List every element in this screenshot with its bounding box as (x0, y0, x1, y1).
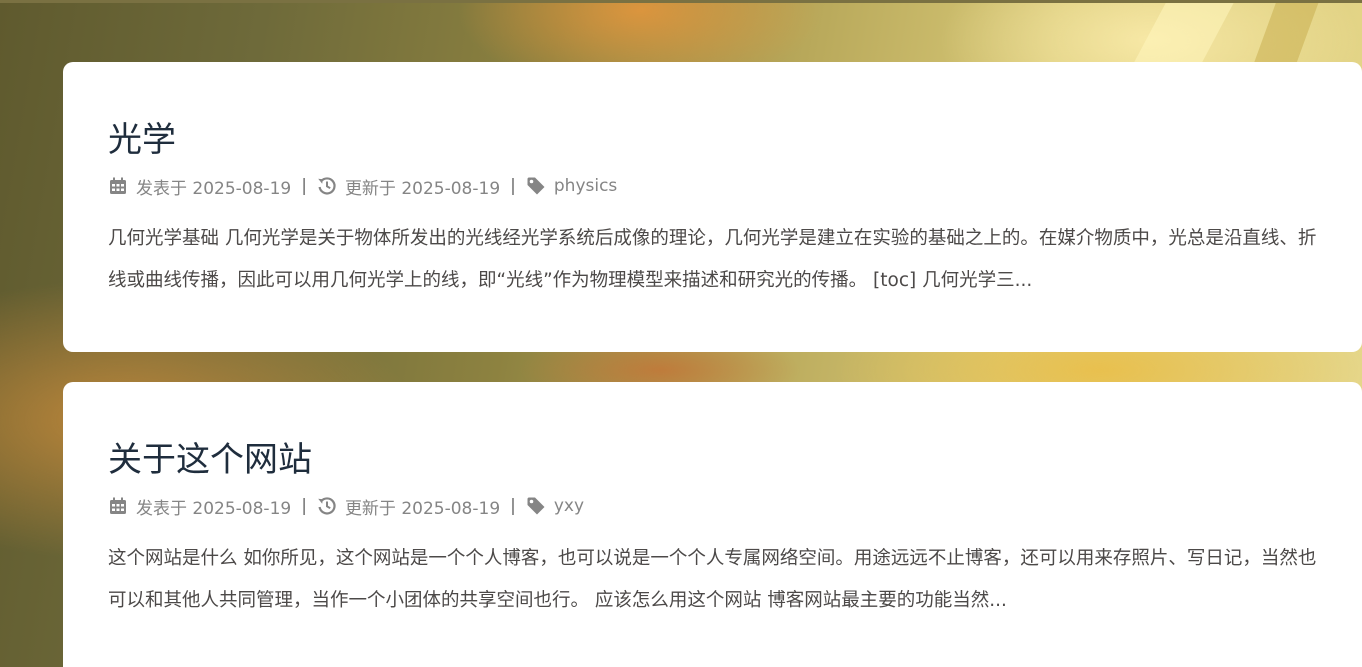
calendar-icon (108, 496, 128, 516)
meta-separator: | (510, 176, 516, 196)
post-card[interactable]: 光学 发表于 2025-08-19 | 更新于 2025-08-19 | phy… (63, 62, 1362, 352)
tag-link[interactable]: yxy (554, 496, 584, 516)
meta-separator: | (301, 176, 307, 196)
post-card[interactable]: 关于这个网站 发表于 2025-08-19 | 更新于 2025-08-19 |… (63, 382, 1362, 667)
published-date: 发表于 2025-08-19 (136, 498, 292, 519)
updated-date: 更新于 2025-08-19 (344, 178, 501, 199)
published-date: 发表于 2025-08-19 (136, 178, 292, 199)
tag-link[interactable]: physics (554, 176, 617, 196)
post-title-link[interactable]: 关于这个网站 (108, 382, 1317, 480)
post-excerpt: 几何光学基础 几何光学是关于物体所发出的光线经光学系统后成像的理论，几何光学是建… (108, 228, 1317, 291)
post-title-link[interactable]: 光学 (108, 62, 1317, 160)
post-meta: 发表于 2025-08-19 | 更新于 2025-08-19 | physic… (108, 172, 1317, 200)
post-meta: 发表于 2025-08-19 | 更新于 2025-08-19 | yxy (108, 492, 1317, 520)
history-icon (317, 176, 337, 196)
history-icon (317, 496, 337, 516)
meta-separator: | (301, 496, 307, 516)
post-excerpt: 这个网站是什么 如你所见，这个网站是一个个人博客，也可以说是一个个人专属网络空间… (108, 548, 1317, 611)
meta-separator: | (510, 496, 516, 516)
updated-date: 更新于 2025-08-19 (344, 498, 501, 519)
background-decoration (0, 0, 1362, 3)
calendar-icon (108, 176, 128, 196)
tag-icon (526, 496, 546, 516)
tag-icon (526, 176, 546, 196)
